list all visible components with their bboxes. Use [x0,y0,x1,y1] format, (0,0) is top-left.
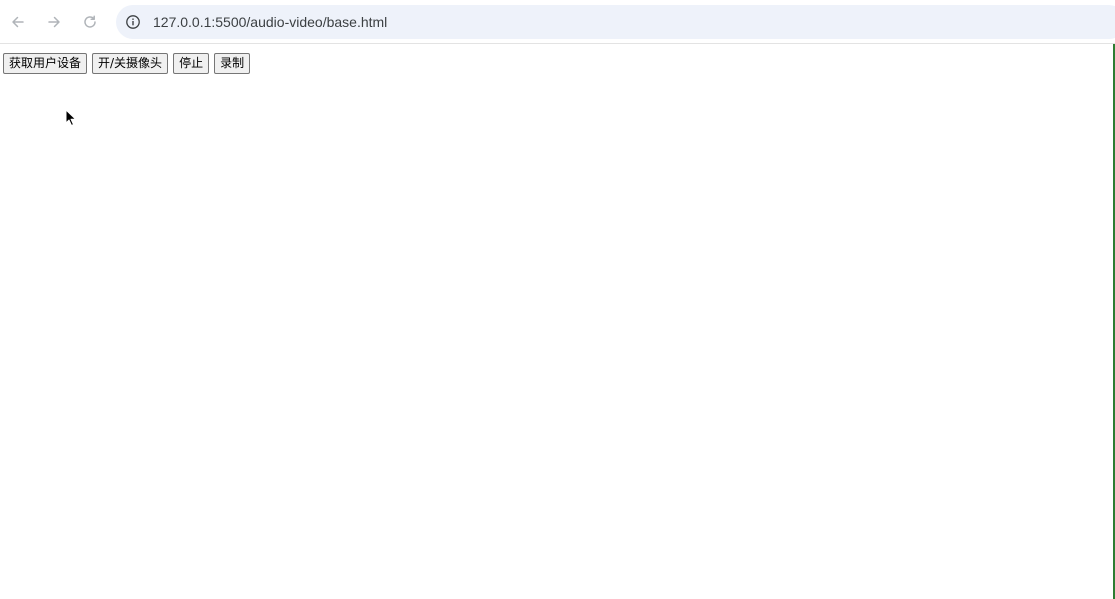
forward-button[interactable] [42,10,66,34]
page-content: 获取用户设备 开/关摄像头 停止 录制 [0,45,1113,599]
arrow-left-icon [12,16,24,28]
arrow-right-icon [48,16,60,28]
info-icon [126,15,140,29]
address-bar[interactable]: 127.0.0.1:5500/audio-video/base.html [116,5,1115,39]
mouse-pointer-icon [65,109,76,126]
url-text[interactable]: 127.0.0.1:5500/audio-video/base.html [153,5,387,39]
site-info-button[interactable] [123,12,143,32]
browser-toolbar: 127.0.0.1:5500/audio-video/base.html [0,0,1115,44]
toggle-camera-button[interactable]: 开/关摄像头 [92,53,169,74]
stop-button[interactable]: 停止 [173,53,210,74]
get-user-devices-button[interactable]: 获取用户设备 [3,53,88,74]
back-button[interactable] [6,10,30,34]
reload-button[interactable] [78,10,102,34]
record-button[interactable]: 录制 [214,53,251,74]
reload-icon [84,15,96,28]
media-controls: 获取用户设备 开/关摄像头 停止 录制 [3,53,251,74]
